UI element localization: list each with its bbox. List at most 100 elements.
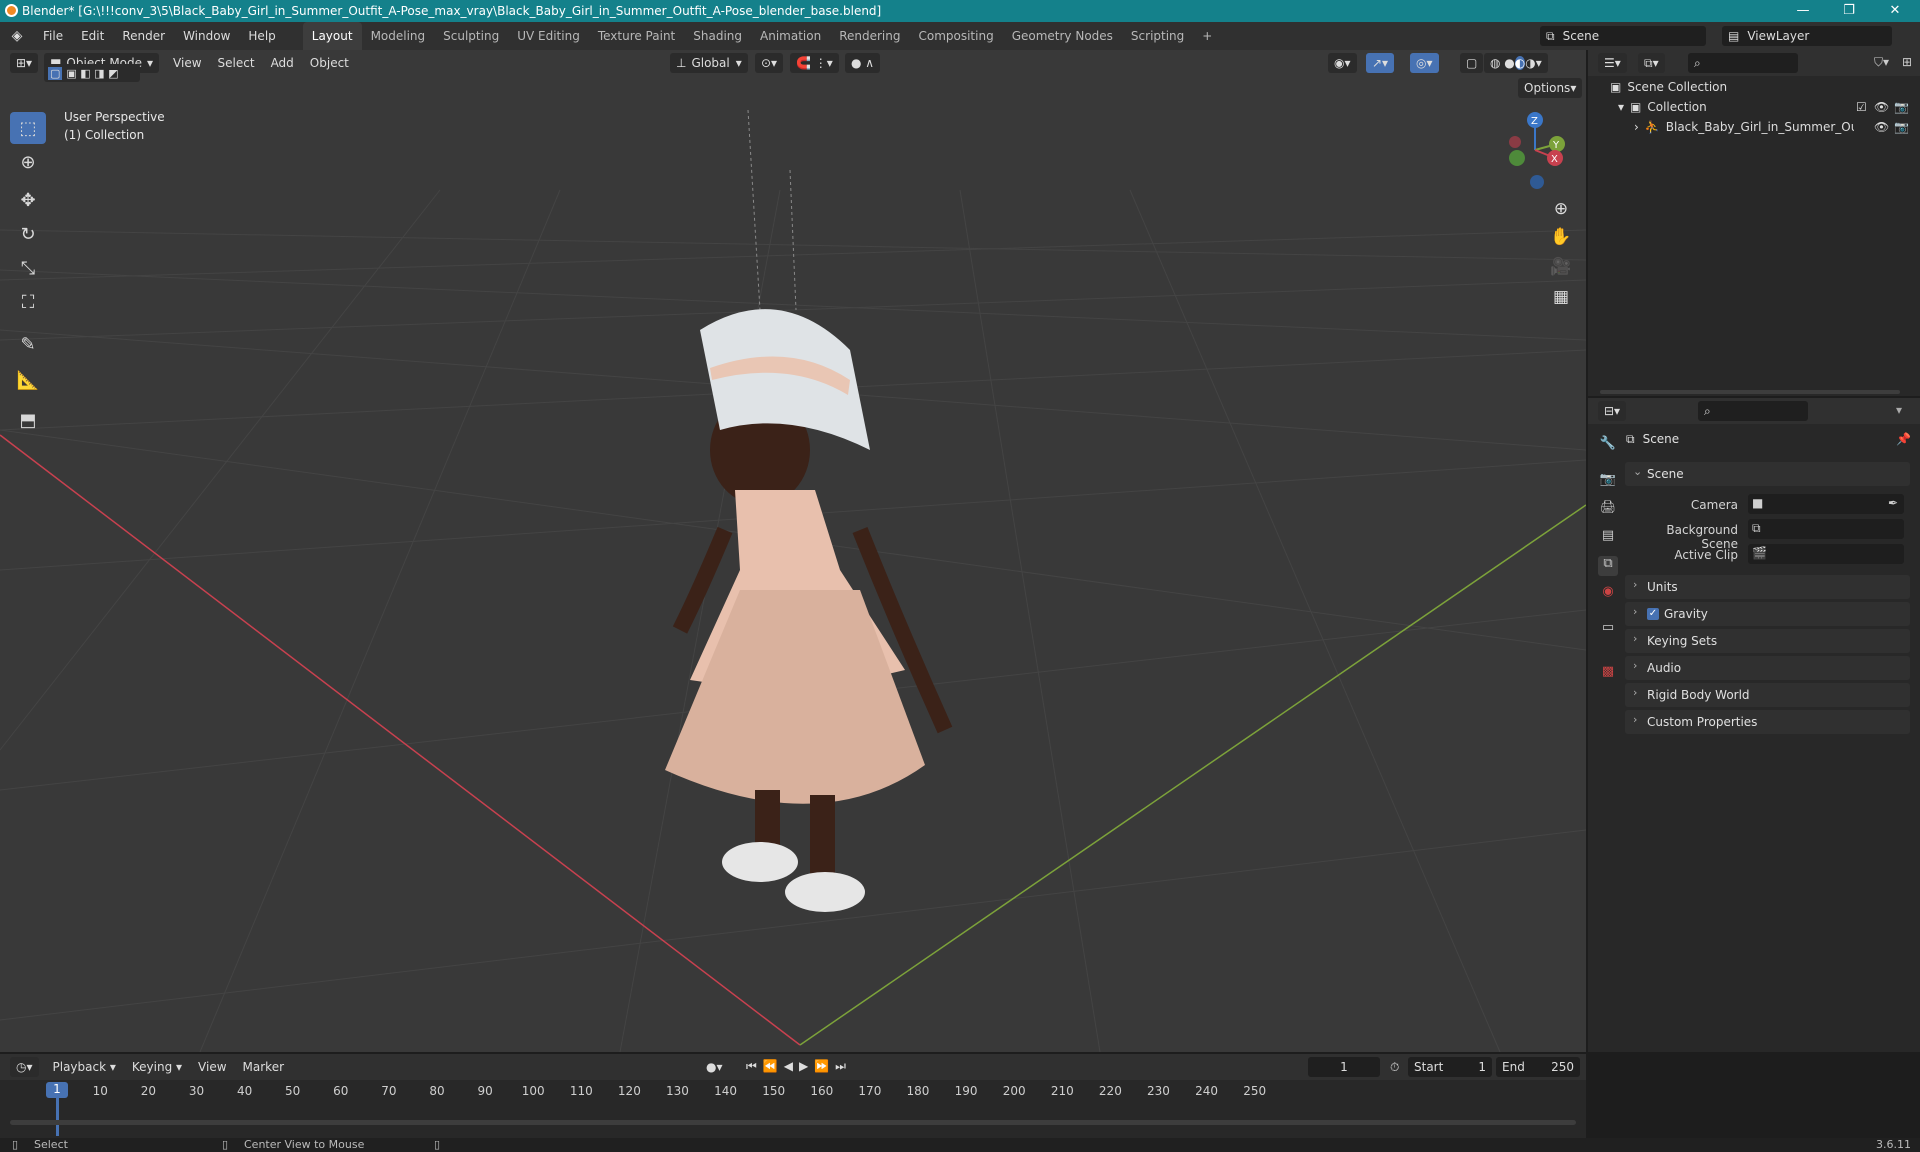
outliner-collection[interactable]: ▾ ▣ Collection bbox=[1618, 100, 1707, 114]
keying-sets-panel[interactable]: › Keying Sets bbox=[1625, 629, 1910, 653]
menu-timeline-view[interactable]: View bbox=[190, 1060, 234, 1074]
outliner-scrollbar[interactable] bbox=[1600, 390, 1900, 394]
object-camera-icon[interactable]: 📷 bbox=[1894, 120, 1909, 134]
chevron-down-icon[interactable]: ▾ bbox=[1896, 403, 1902, 417]
add-cube-tool[interactable]: ⬒ bbox=[10, 404, 46, 436]
pivot-point-button[interactable]: ⊙▾ bbox=[755, 53, 784, 73]
scene-tab-icon[interactable]: ⧉ bbox=[1598, 556, 1618, 576]
tab-rendering[interactable]: Rendering bbox=[830, 22, 909, 50]
tab-layout[interactable]: Layout bbox=[302, 22, 362, 50]
world-tab-icon[interactable]: ◉ bbox=[1598, 584, 1618, 604]
tab-uv-editing[interactable]: UV Editing bbox=[508, 22, 589, 50]
end-frame-field[interactable]: End 250 bbox=[1496, 1057, 1580, 1077]
menu-render[interactable]: Render bbox=[113, 22, 174, 50]
pan-button[interactable]: ✋ bbox=[1546, 222, 1576, 252]
tab-sculpting[interactable]: Sculpting bbox=[434, 22, 508, 50]
close-window-button[interactable]: ✕ bbox=[1872, 0, 1918, 22]
record-button[interactable]: ●▾ bbox=[706, 1060, 723, 1074]
tab-compositing[interactable]: Compositing bbox=[909, 22, 1002, 50]
current-frame-field[interactable]: 1 bbox=[1308, 1057, 1380, 1077]
measure-tool[interactable]: 📐 bbox=[10, 364, 46, 396]
camera-field[interactable]: ■ ✒ bbox=[1748, 494, 1904, 514]
proportional-edit-button[interactable]: ● ∧ bbox=[845, 53, 881, 73]
stopwatch-icon[interactable]: ⏱ bbox=[1390, 1060, 1399, 1075]
timeline-scrollbar[interactable] bbox=[10, 1120, 1576, 1125]
move-tool[interactable]: ✥ bbox=[10, 184, 46, 216]
select-mode-buttons[interactable]: ▢ ▣ ◧ ◨ ◩ bbox=[44, 64, 140, 82]
blender-menu-icon[interactable]: ◈ bbox=[0, 28, 34, 44]
new-collection-icon[interactable]: ⊞ bbox=[1902, 55, 1912, 69]
properties-search-input[interactable]: ⌕ bbox=[1698, 401, 1808, 421]
scene-section[interactable]: ⌄ Scene bbox=[1625, 462, 1910, 486]
tool-tab-icon[interactable]: 🔧 bbox=[1598, 436, 1618, 456]
visibility-button[interactable]: ◉▾ bbox=[1328, 53, 1357, 73]
menu-edit[interactable]: Edit bbox=[72, 22, 113, 50]
camera-view-button[interactable]: 🎥 bbox=[1546, 252, 1576, 282]
render-tab-icon[interactable]: 📷 bbox=[1598, 472, 1618, 492]
snap-button[interactable]: 🧲 ⋮▾ bbox=[790, 53, 839, 73]
timeline-editor-type-button[interactable]: ◷▾ bbox=[10, 1057, 39, 1077]
units-panel[interactable]: › Units bbox=[1625, 575, 1910, 599]
annotate-tool[interactable]: ✎ bbox=[10, 328, 46, 360]
menu-window[interactable]: Window bbox=[174, 22, 239, 50]
add-workspace-button[interactable]: + bbox=[1193, 22, 1221, 50]
menu-help[interactable]: Help bbox=[239, 22, 284, 50]
scene-selector[interactable]: ⧉ Scene bbox=[1540, 26, 1706, 46]
tab-texture-paint[interactable]: Texture Paint bbox=[589, 22, 684, 50]
select-box-tool[interactable]: ⬚ bbox=[10, 112, 46, 144]
eyedropper-icon[interactable]: ✒ bbox=[1888, 496, 1898, 510]
menu-object[interactable]: Object bbox=[302, 56, 357, 70]
rigid-body-world-panel[interactable]: › Rigid Body World bbox=[1625, 683, 1910, 707]
shading-modes[interactable]: ◍ ● ◐ ◑▾ bbox=[1484, 53, 1548, 73]
zoom-button[interactable]: ⊕ bbox=[1546, 194, 1576, 224]
display-mode-button[interactable]: ⧉▾ bbox=[1638, 53, 1665, 73]
tab-shading[interactable]: Shading bbox=[684, 22, 751, 50]
outliner-editor-type-button[interactable]: ☰▾ bbox=[1598, 53, 1627, 73]
outliner-search-input[interactable]: ⌕ bbox=[1688, 53, 1798, 73]
custom-properties-panel[interactable]: › Custom Properties bbox=[1625, 710, 1910, 734]
3d-viewport[interactable]: ⊞▾ ■ Object Mode ▾ View Select Add Object … bbox=[0, 50, 1586, 1052]
outliner-scene-collection[interactable]: ▣ Scene Collection bbox=[1610, 80, 1727, 94]
menu-view[interactable]: View bbox=[165, 56, 209, 70]
transform-tool[interactable]: ⛶ bbox=[10, 286, 46, 318]
menu-file[interactable]: File bbox=[34, 22, 72, 50]
tab-scripting[interactable]: Scripting bbox=[1122, 22, 1193, 50]
eye-icon[interactable]: 👁 bbox=[1874, 100, 1889, 114]
start-frame-field[interactable]: Start 1 bbox=[1408, 1057, 1492, 1077]
menu-marker[interactable]: Marker bbox=[235, 1060, 292, 1074]
pin-icon[interactable]: 📌 bbox=[1896, 432, 1911, 446]
playback-controls[interactable]: ⏮⏪◀▶⏩⏭ bbox=[746, 1059, 852, 1074]
cursor-tool[interactable]: ⊕ bbox=[10, 146, 46, 178]
active-clip-field[interactable]: 🎬 bbox=[1748, 544, 1904, 564]
menu-select[interactable]: Select bbox=[210, 56, 263, 70]
gravity-checkbox[interactable]: ✓ bbox=[1647, 608, 1659, 620]
rotate-tool[interactable]: ↻ bbox=[10, 218, 46, 250]
object-eye-icon[interactable]: 👁 bbox=[1874, 120, 1889, 134]
output-tab-icon[interactable]: 🖨 bbox=[1598, 500, 1618, 520]
editor-type-button[interactable]: ⊞▾ bbox=[10, 53, 39, 73]
view-layer-tab-icon[interactable]: ▤ bbox=[1598, 528, 1618, 548]
outliner-object-row[interactable]: ›⛹Black_Baby_Girl_in_Summer_Outfit bbox=[1634, 120, 1854, 134]
gizmo-toggle-button[interactable]: ↗▾ bbox=[1366, 53, 1395, 73]
viewlayer-selector[interactable]: ▤ ViewLayer bbox=[1722, 26, 1892, 46]
xray-toggle-button[interactable]: ▢ bbox=[1460, 53, 1484, 73]
camera-render-icon[interactable]: 📷 bbox=[1894, 100, 1909, 114]
tab-modeling[interactable]: Modeling bbox=[362, 22, 435, 50]
tab-animation[interactable]: Animation bbox=[751, 22, 830, 50]
background-scene-field[interactable]: ⧉ bbox=[1748, 519, 1904, 539]
collection-checkbox[interactable]: ☑ bbox=[1856, 100, 1867, 114]
perspective-toggle-button[interactable]: ▦ bbox=[1546, 282, 1576, 312]
menu-keying[interactable]: Keying ▾ bbox=[124, 1060, 190, 1074]
maximize-button[interactable]: ❐ bbox=[1826, 0, 1872, 22]
properties-editor-type-button[interactable]: ⊟▾ bbox=[1598, 401, 1627, 421]
overlay-toggle-button[interactable]: ◎▾ bbox=[1410, 53, 1439, 73]
transform-orientation-selector[interactable]: ⊥ Global ▾ bbox=[670, 53, 748, 73]
collection-tab-icon[interactable]: ▭ bbox=[1598, 620, 1618, 640]
minimize-button[interactable]: — bbox=[1780, 0, 1826, 22]
gravity-panel[interactable]: › ✓ Gravity bbox=[1625, 602, 1910, 626]
filter-icon[interactable]: ⛉▾ bbox=[1874, 55, 1889, 70]
menu-playback[interactable]: Playback ▾ bbox=[45, 1060, 124, 1074]
options-button[interactable]: Options ▾ bbox=[1518, 78, 1583, 98]
menu-add[interactable]: Add bbox=[263, 56, 302, 70]
texture-tab-icon[interactable]: ▩ bbox=[1598, 664, 1618, 684]
